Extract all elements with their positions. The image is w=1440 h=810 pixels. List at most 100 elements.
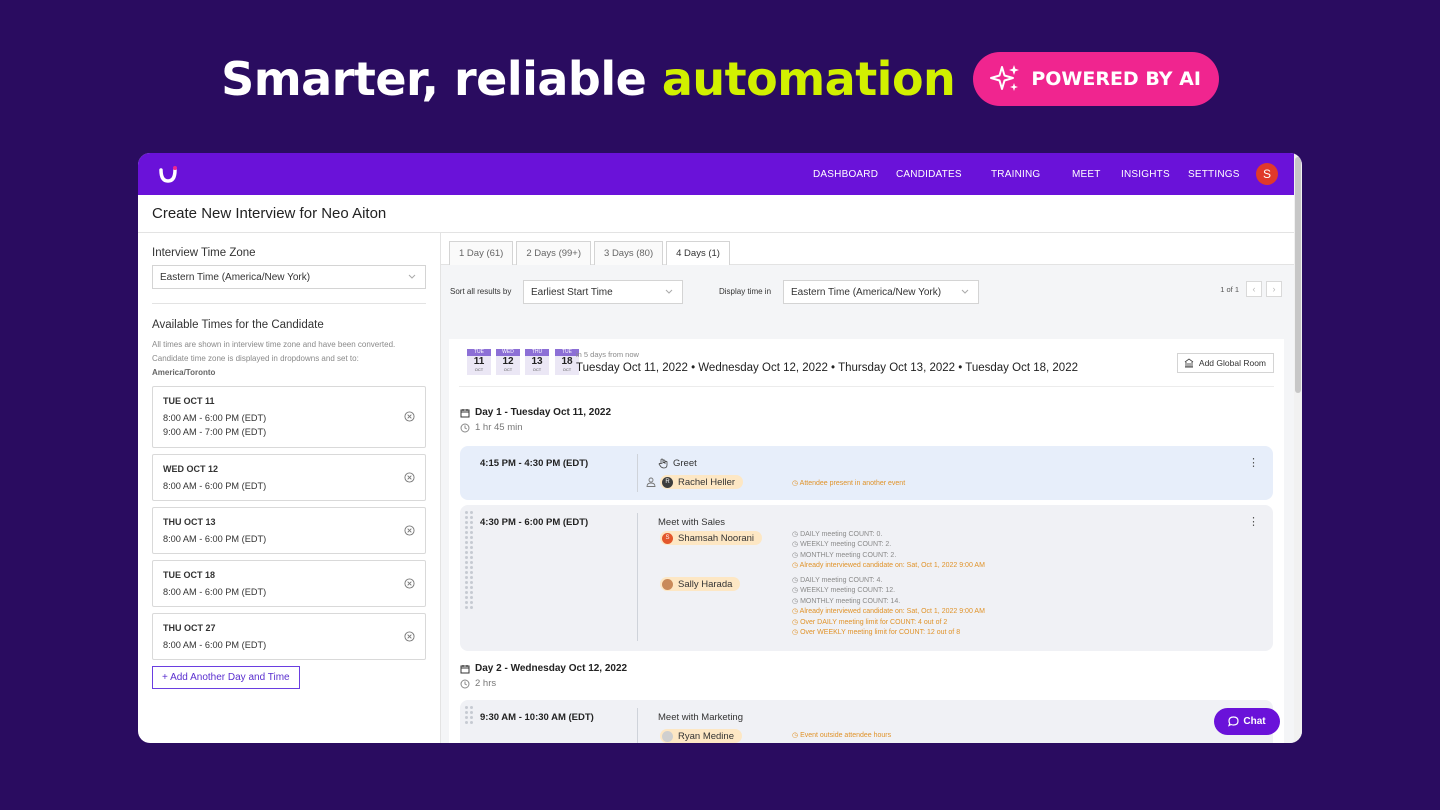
- event-title: Meet with Sales: [658, 517, 725, 528]
- slot-time: 8:00 AM - 6:00 PM (EDT): [163, 413, 267, 423]
- next-page-button[interactable]: ›: [1266, 281, 1282, 297]
- tab-1-day[interactable]: 1 Day (61): [449, 241, 514, 265]
- page-scrollbar[interactable]: [1294, 153, 1302, 743]
- chip-month: OCT: [532, 367, 542, 372]
- app-window: DASHBOARD CANDIDATES TRAINING MEET INSIG…: [138, 153, 1302, 743]
- chip-weekday: WED: [496, 349, 520, 356]
- slot-time: 8:00 AM - 6:00 PM (EDT): [163, 481, 267, 491]
- result-card: TUE 11 OCT WED 12 OCT THU 13 OCT TUE 18 OCT in 5…: [449, 339, 1284, 743]
- chevron-down-icon: [408, 274, 416, 279]
- chat-bubble-icon: [1228, 716, 1239, 727]
- attendee-avatar-photo: [662, 578, 673, 590]
- event-title: Greet: [658, 458, 697, 469]
- time-slot[interactable]: THU OCT 13 8:00 AM - 6:00 PM (EDT): [152, 507, 426, 554]
- event-title-text: Meet with Sales: [658, 517, 726, 528]
- remove-circle-icon[interactable]: [404, 471, 415, 483]
- nav-dashboard[interactable]: DASHBOARD: [813, 169, 878, 180]
- nav-meet[interactable]: MEET: [1072, 169, 1101, 180]
- event-title-text: Greet: [673, 458, 697, 469]
- nav-insights[interactable]: INSIGHTS: [1121, 169, 1170, 180]
- add-day-time-button[interactable]: + Add Another Day and Time: [152, 666, 300, 689]
- chat-button[interactable]: Chat: [1214, 708, 1280, 735]
- attendee-avatar: R: [662, 476, 673, 488]
- remove-circle-icon[interactable]: [404, 630, 415, 642]
- note-line: Over WEEKLY meeting limit for COUNT: 12 …: [792, 628, 985, 638]
- date-chip: TUE 11 OCT: [467, 349, 491, 375]
- relative-date: in 5 days from now: [576, 350, 639, 359]
- attendee-chip[interactable]: S Shamsah Noorani: [660, 531, 763, 545]
- sort-select[interactable]: Earliest Start Time: [523, 280, 683, 304]
- note-line: DAILY meeting COUNT: 0.: [792, 530, 985, 540]
- day-1-title-text: Day 1 - Tuesday Oct 11, 2022: [475, 407, 612, 418]
- timezone-label: Interview Time Zone: [152, 247, 256, 259]
- scrollbar-thumb[interactable]: [1295, 157, 1301, 393]
- chip-weekday: THU: [525, 349, 549, 356]
- nav-candidates[interactable]: CANDIDATES: [896, 169, 962, 180]
- drag-handle-icon[interactable]: [465, 511, 473, 609]
- attendee-chip[interactable]: Sally Harada: [660, 577, 741, 591]
- nav-training[interactable]: TRAINING: [991, 169, 1040, 180]
- chip-month: OCT: [503, 367, 513, 372]
- result-header: TUE 11 OCT WED 12 OCT THU 13 OCT TUE 18 OCT in 5…: [459, 339, 1274, 387]
- user-avatar[interactable]: S: [1256, 163, 1278, 185]
- day-2-duration-text: 2 hrs: [475, 678, 497, 689]
- event-card[interactable]: 9:30 AM - 10:30 AM (EDT) Meet with Marke…: [460, 700, 1273, 743]
- event-title: Meet with Marketing: [658, 712, 743, 723]
- remove-circle-icon[interactable]: [404, 524, 415, 536]
- tab-3-days[interactable]: 3 Days (80): [594, 241, 664, 265]
- slot-day: WED OCT 12: [163, 464, 219, 474]
- attendee-avatar: S: [662, 532, 673, 544]
- display-time-select[interactable]: Eastern Time (America/New York): [783, 280, 979, 304]
- chip-day: 12: [502, 356, 514, 367]
- time-slot[interactable]: WED OCT 12 8:00 AM - 6:00 PM (EDT): [152, 454, 426, 501]
- attendee-name: Shamsah Noorani: [678, 532, 755, 544]
- day-2-title: Day 2 - Wednesday Oct 12, 2022: [460, 663, 627, 674]
- timezone-select[interactable]: Eastern Time (America/New York): [152, 265, 426, 289]
- attendee-chip[interactable]: Ryan Medine: [660, 729, 742, 743]
- tab-2-days[interactable]: 2 Days (99+): [516, 241, 592, 265]
- nav-settings[interactable]: SETTINGS: [1188, 169, 1240, 180]
- note-line: Over DAILY meeting limit for COUNT: 4 ou…: [792, 618, 985, 628]
- slot-time: 8:00 AM - 6:00 PM (EDT): [163, 534, 267, 544]
- day-1-title: Day 1 - Tuesday Oct 11, 2022: [460, 407, 611, 418]
- more-vertical-icon[interactable]: ⋮: [1248, 458, 1259, 469]
- date-chip: WED 12 OCT: [496, 349, 520, 375]
- note-line: DAILY meeting COUNT: 4.: [792, 576, 985, 586]
- attendee-chip[interactable]: R Rachel Heller: [660, 475, 744, 489]
- remove-circle-icon[interactable]: [404, 411, 415, 422]
- timezone-value: Eastern Time (America/New York): [160, 272, 311, 283]
- attendee-avatar: [662, 730, 673, 742]
- chip-day: 11: [473, 356, 485, 367]
- more-vertical-icon[interactable]: ⋮: [1248, 517, 1259, 528]
- hero-title-accent: automation: [661, 52, 956, 106]
- time-slot[interactable]: THU OCT 27 8:00 AM - 6:00 PM (EDT): [152, 613, 426, 660]
- event-card[interactable]: 4:30 PM - 6:00 PM (EDT) Meet with Sales …: [460, 505, 1273, 651]
- result-dates: Tuesday Oct 11, 2022 • Wednesday Oct 12,…: [576, 362, 1078, 374]
- add-global-room-button[interactable]: Add Global Room: [1176, 353, 1274, 373]
- drag-handle-icon[interactable]: [465, 706, 473, 724]
- day-2-title-text: Day 2 - Wednesday Oct 12, 2022: [475, 663, 628, 674]
- page-indicator: 1 of 1: [1220, 284, 1239, 294]
- remove-circle-icon[interactable]: [404, 577, 415, 589]
- chat-label: Chat: [1243, 716, 1266, 727]
- divider: [637, 708, 638, 743]
- divider: [637, 454, 638, 492]
- sort-value: Earliest Start Time: [531, 287, 613, 298]
- person-icon: [646, 477, 656, 487]
- tab-4-days[interactable]: 4 Days (1): [666, 241, 730, 265]
- day-tabs: 1 Day (61) 2 Days (99+) 3 Days (80) 4 Da…: [441, 233, 1294, 265]
- hero-title: Smarter, reliable automation: [221, 52, 956, 106]
- time-slot[interactable]: TUE OCT 11 8:00 AM - 6:00 PM (EDT) 9:00 …: [152, 386, 426, 448]
- event-title-text: Meet with Marketing: [658, 712, 744, 723]
- note-line: WEEKLY meeting COUNT: 12.: [792, 586, 985, 596]
- hand-icon: [658, 458, 668, 469]
- top-nav: DASHBOARD CANDIDATES TRAINING MEET INSIG…: [138, 153, 1302, 195]
- clock-icon: [460, 423, 470, 432]
- prev-page-button[interactable]: ‹: [1246, 281, 1262, 297]
- building-icon: [1184, 358, 1194, 368]
- attendee-notes: DAILY meeting COUNT: 4. WEEKLY meeting C…: [792, 576, 985, 638]
- event-card[interactable]: 4:15 PM - 4:30 PM (EDT) Greet R Rachel H…: [460, 446, 1273, 500]
- time-slot[interactable]: TUE OCT 18 8:00 AM - 6:00 PM (EDT): [152, 560, 426, 607]
- divider: [637, 513, 638, 641]
- available-times-title: Available Times for the Candidate: [152, 319, 324, 331]
